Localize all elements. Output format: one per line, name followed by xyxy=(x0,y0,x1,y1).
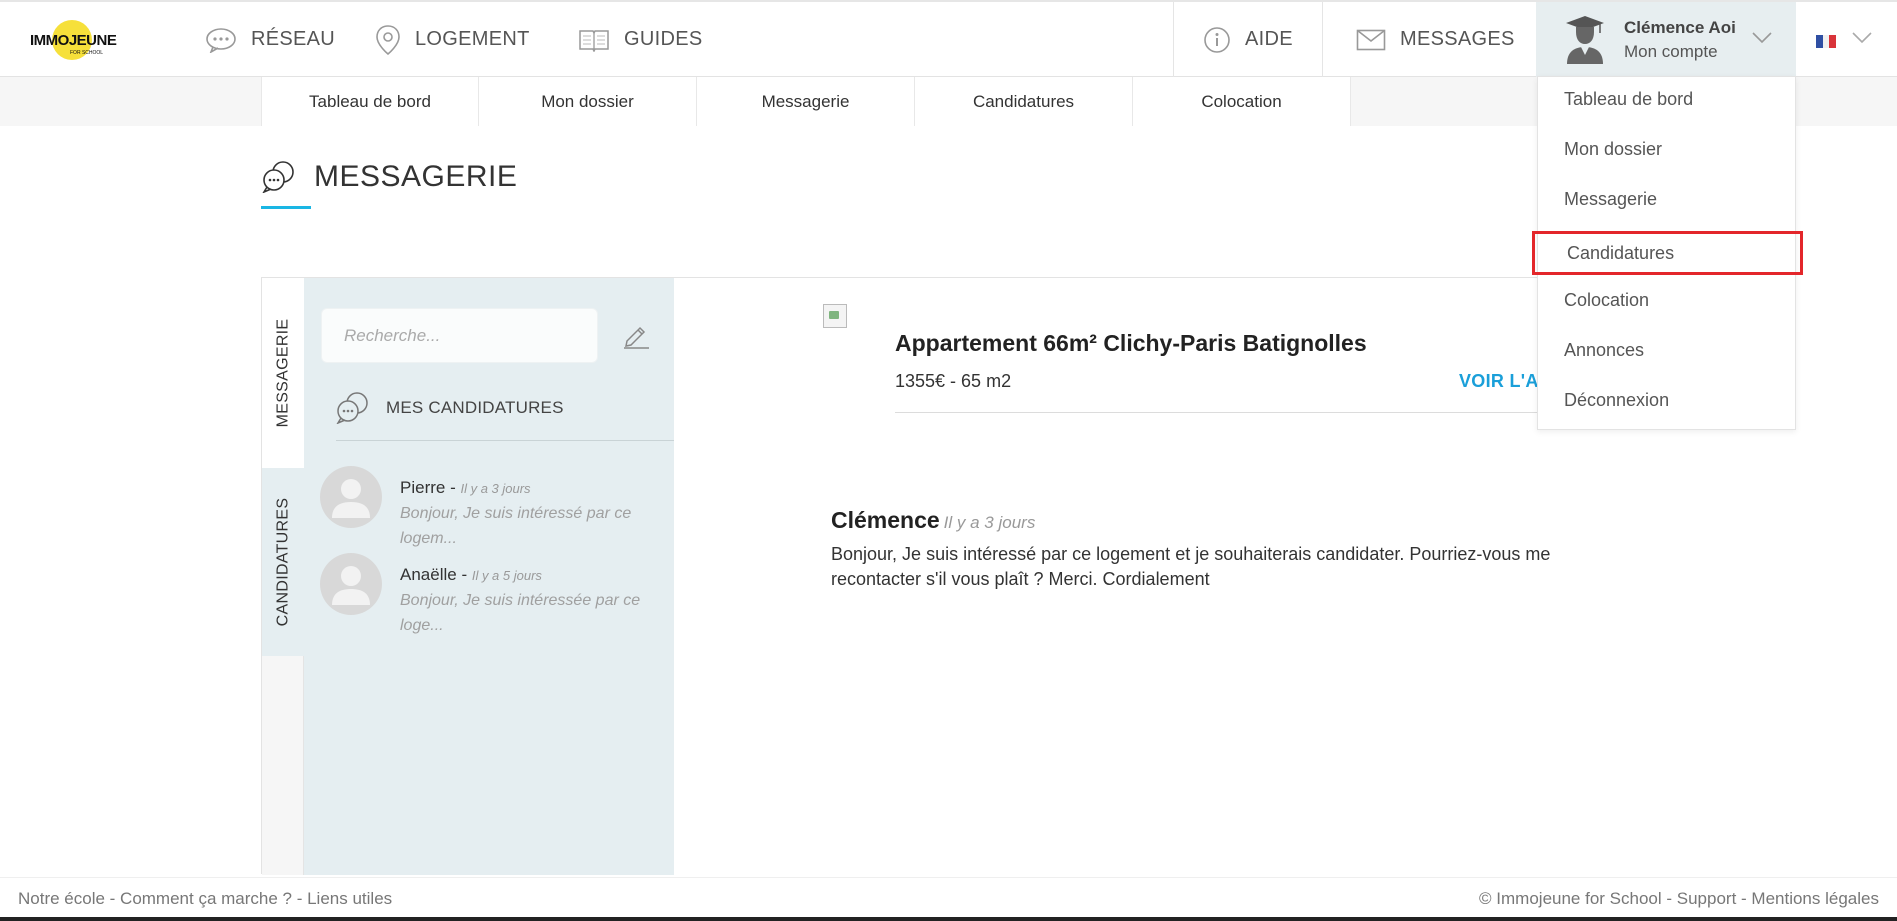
message-time: Il y a 3 jours xyxy=(943,513,1036,532)
footer-right-links[interactable]: © Immojeune for School - Support - Menti… xyxy=(1479,889,1879,909)
tab-candidatures-label: CANDIDATURES xyxy=(274,497,291,627)
conversation-preview: Bonjour, Je suis intéressé par ce logem.… xyxy=(400,505,632,547)
dropdown-colocation[interactable]: Colocation xyxy=(1538,278,1795,322)
chevron-down-icon xyxy=(1752,32,1772,44)
nav-aide[interactable]: AIDE xyxy=(1203,2,1293,77)
tab-messagerie[interactable]: MESSAGERIE xyxy=(262,278,304,468)
conversation-time: Il y a 3 jours xyxy=(460,481,531,496)
conversation-item[interactable]: Anaëlle - Il y a 5 jours Bonjour, Je sui… xyxy=(320,553,660,634)
logo-text: IMMOJEUNE xyxy=(30,32,117,49)
subnav-colocation[interactable]: Colocation xyxy=(1133,77,1351,126)
nav-guides-label: GUIDES xyxy=(624,28,703,50)
bottom-bar xyxy=(0,917,1897,921)
conversation-item[interactable]: Pierre - Il y a 3 jours Bonjour, Je suis… xyxy=(320,466,660,547)
listing-title: Appartement 66m² Clichy-Paris Batignolle… xyxy=(895,330,1367,356)
conversation-name: Anaëlle xyxy=(400,565,457,584)
message-body: Bonjour, Je suis intéressé par ce logeme… xyxy=(831,544,1551,589)
message-author: Clémence Il y a 3 jours xyxy=(831,507,1035,534)
nav-guides[interactable]: GUIDES xyxy=(578,2,702,77)
account-menu-toggle[interactable]: Clémence Aoi Mon compte xyxy=(1536,2,1796,77)
section-divider xyxy=(336,440,674,441)
name-time-separator: - xyxy=(445,478,461,497)
title-underline xyxy=(261,206,311,209)
subnav-candidatures[interactable]: Candidatures xyxy=(915,77,1133,126)
messaging-panel: MESSAGERIE CANDIDATURES MES CANDIDATURES xyxy=(261,277,1636,875)
conversation-list: MES CANDIDATURES Pierre - Il y a 3 jours… xyxy=(304,278,674,875)
listing-divider xyxy=(895,412,1545,413)
search-input[interactable] xyxy=(321,308,598,363)
name-time-separator: - xyxy=(456,565,472,584)
compose-pencil-icon[interactable] xyxy=(622,321,650,349)
nav-logement[interactable]: LOGEMENT xyxy=(375,2,530,77)
french-flag-icon[interactable] xyxy=(1816,35,1837,48)
info-icon xyxy=(1204,26,1230,53)
graduate-avatar-icon xyxy=(1566,16,1604,64)
dropdown-deconnexion[interactable]: Déconnexion xyxy=(1538,378,1795,422)
footer-left-links[interactable]: Notre école - Comment ça marche ? - Lien… xyxy=(18,889,392,909)
dropdown-tableau-de-bord[interactable]: Tableau de bord xyxy=(1538,77,1795,121)
user-silhouette-icon xyxy=(332,479,370,518)
subnav-mon-dossier[interactable]: Mon dossier xyxy=(479,77,697,126)
subnav-messagerie[interactable]: Messagerie xyxy=(697,77,915,126)
top-navigation: IMMOJEUNE FOR SCHOOL RÉSEAU LOGEMENT GUI… xyxy=(0,0,1897,77)
conversation-header: Anaëlle - Il y a 5 jours xyxy=(400,565,542,585)
conversation-name: Pierre xyxy=(400,478,446,497)
conversation-detail: Appartement 66m² Clichy-Paris Batignolle… xyxy=(674,278,1636,875)
footer: Notre école - Comment ça marche ? - Lien… xyxy=(0,877,1897,917)
conversation-time: Il y a 5 jours xyxy=(471,568,542,583)
chat-bubbles-icon xyxy=(336,392,368,424)
nav-messages[interactable]: MESSAGES xyxy=(1356,2,1515,77)
conversation-preview: Bonjour, Je suis intéressée par ce loge.… xyxy=(400,592,641,634)
immojeune-logo[interactable]: IMMOJEUNE FOR SCHOOL xyxy=(30,20,117,60)
dropdown-messagerie[interactable]: Messagerie xyxy=(1538,177,1795,221)
user-silhouette-icon xyxy=(332,566,370,605)
view-listing-link[interactable]: VOIR L'ANNONCE xyxy=(1459,371,1544,392)
listing-image[interactable] xyxy=(823,304,847,328)
nav-divider xyxy=(1173,2,1174,77)
account-name: Clémence Aoi xyxy=(1624,18,1736,37)
nav-reseau[interactable]: RÉSEAU xyxy=(205,2,335,77)
subnav-tableau-de-bord[interactable]: Tableau de bord xyxy=(261,77,479,126)
book-icon xyxy=(579,29,609,52)
chat-bubble-icon xyxy=(206,27,236,53)
account-subtitle: Mon compte xyxy=(1624,42,1718,61)
dropdown-mon-dossier[interactable]: Mon dossier xyxy=(1538,127,1795,171)
nav-reseau-label: RÉSEAU xyxy=(251,28,336,50)
logo-subtext: FOR SCHOOL xyxy=(70,50,104,56)
tab-candidatures[interactable]: CANDIDATURES xyxy=(262,468,304,656)
nav-messages-label: MESSAGES xyxy=(1400,28,1515,50)
vertical-tabs: MESSAGERIE CANDIDATURES xyxy=(262,278,304,875)
language-chevron-down-icon[interactable] xyxy=(1852,32,1872,44)
avatar xyxy=(320,466,382,528)
tab-messagerie-label: MESSAGERIE xyxy=(274,318,291,428)
nav-logement-label: LOGEMENT xyxy=(415,28,530,50)
message-author-name: Clémence xyxy=(831,507,940,533)
account-dropdown: Tableau de bord Mon dossier Messagerie C… xyxy=(1532,76,1803,430)
nav-aide-label: AIDE xyxy=(1245,28,1293,50)
chat-bubbles-icon xyxy=(262,161,294,193)
location-pin-icon xyxy=(376,24,400,55)
dropdown-candidatures[interactable]: Candidatures xyxy=(1532,231,1803,275)
envelope-icon xyxy=(1356,29,1386,50)
section-heading: MES CANDIDATURES xyxy=(336,392,564,424)
dropdown-annonces[interactable]: Annonces xyxy=(1538,328,1795,372)
avatar xyxy=(320,553,382,615)
page-title-text: MESSAGERIE xyxy=(314,160,518,193)
nav-divider xyxy=(1322,2,1323,77)
listing-price-size: 1355€ - 65 m2 xyxy=(895,371,1012,391)
page-title: MESSAGERIE xyxy=(262,160,517,194)
conversation-header: Pierre - Il y a 3 jours xyxy=(400,478,531,498)
section-heading-label: MES CANDIDATURES xyxy=(386,398,564,417)
